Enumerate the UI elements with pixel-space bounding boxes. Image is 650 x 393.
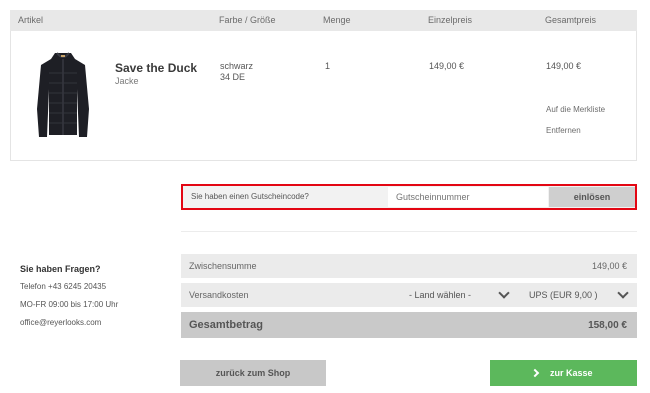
redeem-coupon-button[interactable]: einlösen (549, 187, 635, 207)
chevron-down-icon (498, 287, 510, 299)
country-select-value: - Land wählen - (409, 290, 472, 300)
chevron-down-icon (617, 287, 629, 299)
coupon-box: Sie haben einen Gutscheincode? einlösen (181, 184, 637, 210)
shipping-row: Versandkosten - Land wählen - UPS (EUR 9… (181, 283, 637, 307)
subtotal-label: Zwischensumme (189, 261, 257, 271)
header-total-price: Gesamtpreis (545, 15, 597, 25)
carrier-select-value: UPS (EUR 9,00 ) (529, 290, 598, 300)
subtotal-row: Zwischensumme 149,00 € (181, 254, 637, 278)
checkout-button[interactable]: zur Kasse (490, 360, 637, 386)
header-color-size: Farbe / Größe (219, 15, 276, 25)
carrier-select[interactable]: UPS (EUR 9,00 ) (525, 283, 635, 307)
header-quantity: Menge (323, 15, 351, 25)
cart-table-header: Artikel Farbe / Größe Menge Einzelpreis … (10, 10, 637, 31)
coupon-code-input[interactable] (388, 187, 548, 207)
header-unit-price: Einzelpreis (428, 15, 473, 25)
shipping-label: Versandkosten (189, 290, 249, 300)
help-email[interactable]: office@reyerlooks.com (20, 318, 101, 327)
product-type: Jacke (115, 76, 139, 86)
add-to-wishlist-link[interactable]: Auf die Merkliste (546, 105, 605, 114)
checkout-button-label: zur Kasse (550, 368, 593, 378)
total-price: 149,00 € (546, 61, 582, 71)
grand-total-row: Gesamtbetrag 158,00 € (181, 312, 637, 338)
coupon-label: Sie haben einen Gutscheincode? (191, 192, 309, 201)
subtotal-value: 149,00 € (591, 261, 627, 271)
back-to-shop-button[interactable]: zurück zum Shop (180, 360, 326, 386)
remove-item-link[interactable]: Entfernen (546, 126, 581, 135)
grand-total-label: Gesamtbetrag (189, 319, 263, 331)
cart-item-row: Save the Duck Jacke schwarz 34 DE 1 149,… (10, 31, 637, 161)
grand-total-value: 158,00 € (588, 320, 627, 331)
country-select[interactable]: - Land wählen - (403, 283, 521, 307)
header-article: Artikel (18, 15, 44, 25)
help-hours: MO-FR 09:00 bis 17:00 Uhr (20, 300, 119, 309)
help-title: Sie haben Fragen? (20, 264, 101, 274)
product-size: 34 DE (220, 72, 246, 82)
product-color: schwarz (220, 61, 254, 71)
product-name[interactable]: Save the Duck (115, 61, 197, 75)
chevron-right-icon (530, 368, 540, 378)
unit-price: 149,00 € (429, 61, 465, 71)
quantity-value[interactable]: 1 (325, 61, 330, 71)
divider (181, 231, 637, 232)
help-phone[interactable]: Telefon +43 6245 20435 (20, 282, 106, 291)
jacket-image[interactable] (33, 49, 93, 141)
